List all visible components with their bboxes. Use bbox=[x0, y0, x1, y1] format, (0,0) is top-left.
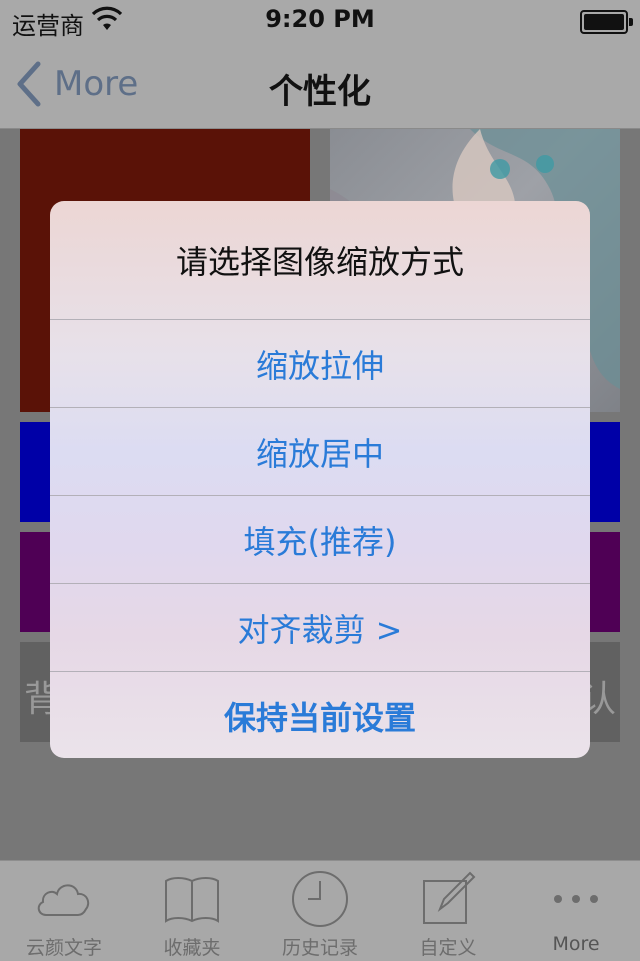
tab-label: 云颜文字 bbox=[25, 937, 102, 959]
option-keep-current-settings[interactable]: 保持当前设置 bbox=[50, 671, 590, 758]
edit-icon bbox=[423, 871, 476, 924]
tab-custom[interactable]: 自定义 bbox=[384, 861, 512, 961]
option-align-crop[interactable]: 对齐裁剪 > bbox=[50, 583, 590, 672]
cloud-icon bbox=[37, 884, 90, 916]
clock-icon bbox=[292, 871, 348, 927]
option-fill-recommended[interactable]: 填充(推荐) bbox=[50, 495, 590, 584]
tab-label: 收藏夹 bbox=[163, 937, 221, 959]
tab-label: More bbox=[552, 933, 600, 955]
tab-label: 自定义 bbox=[419, 937, 477, 959]
tab-cloud-kaomoji[interactable]: 云颜文字 bbox=[0, 861, 128, 961]
status-bar: 运营商 9:20 PM bbox=[0, 0, 640, 40]
tab-favorites[interactable]: 收藏夹 bbox=[128, 861, 256, 961]
page-title: 个性化 bbox=[269, 72, 371, 112]
battery-icon bbox=[580, 10, 633, 34]
navigation-bar: More 个性化 bbox=[0, 40, 640, 129]
status-time: 9:20 PM bbox=[265, 5, 375, 33]
tab-bar: 云颜文字 收藏夹 历史记录 自定义 More bbox=[0, 860, 640, 961]
scale-mode-alert: 请选择图像缩放方式 缩放拉伸 缩放居中 填充(推荐) 对齐裁剪 > 保持当前设置 bbox=[50, 201, 590, 758]
book-icon bbox=[165, 877, 219, 923]
tab-history[interactable]: 历史记录 bbox=[256, 861, 384, 961]
option-scale-stretch[interactable]: 缩放拉伸 bbox=[50, 319, 590, 408]
alert-title: 请选择图像缩放方式 bbox=[175, 243, 464, 281]
tab-more[interactable]: More bbox=[512, 861, 640, 961]
tab-label: 历史记录 bbox=[281, 937, 358, 959]
option-scale-center[interactable]: 缩放居中 bbox=[50, 407, 590, 496]
more-icon bbox=[554, 895, 598, 903]
